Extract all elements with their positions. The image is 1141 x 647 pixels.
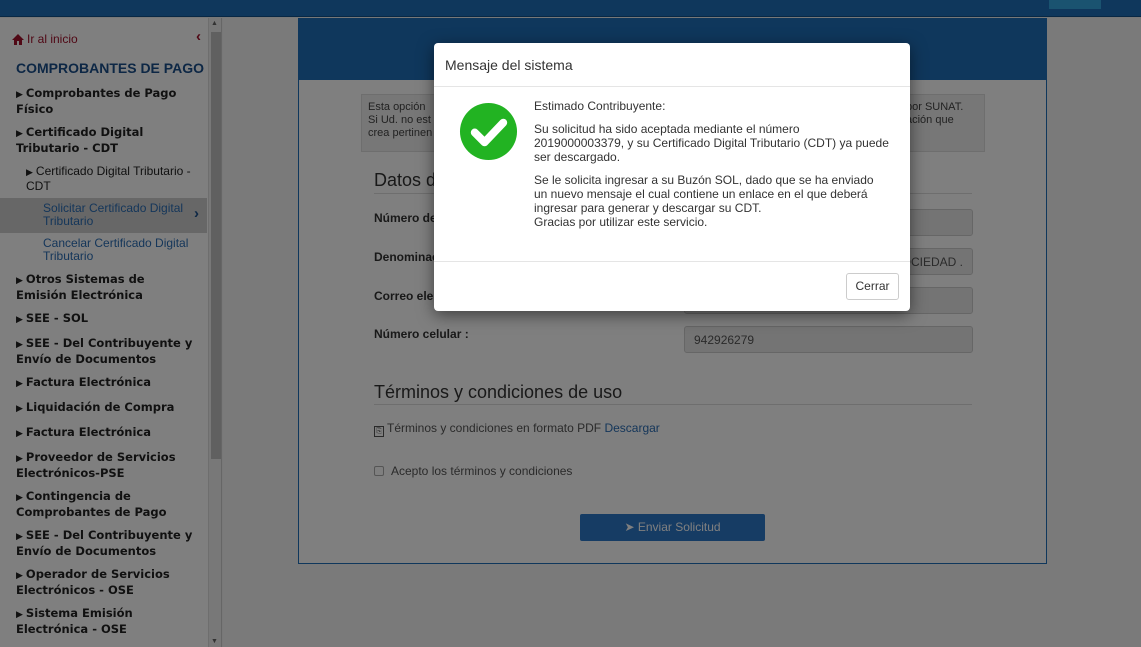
success-check-icon	[459, 102, 518, 161]
dialog-body: Estimado Contribuyente: Su solicitud ha …	[534, 99, 890, 238]
system-message-dialog: Mensaje del sistema Estimado Contribuyen…	[434, 43, 910, 311]
dialog-title: Mensaje del sistema	[445, 57, 573, 73]
divider	[434, 261, 910, 262]
dialog-paragraph: Se le solicita ingresar a su Buzón SOL, …	[534, 173, 874, 215]
dialog-greeting: Estimado Contribuyente:	[534, 99, 666, 113]
dialog-paragraph: Su solicitud ha sido aceptada mediante e…	[534, 122, 889, 164]
close-button[interactable]: Cerrar	[846, 273, 899, 300]
divider	[434, 86, 910, 87]
dialog-paragraph: Gracias por utilizar este servicio.	[534, 215, 708, 229]
